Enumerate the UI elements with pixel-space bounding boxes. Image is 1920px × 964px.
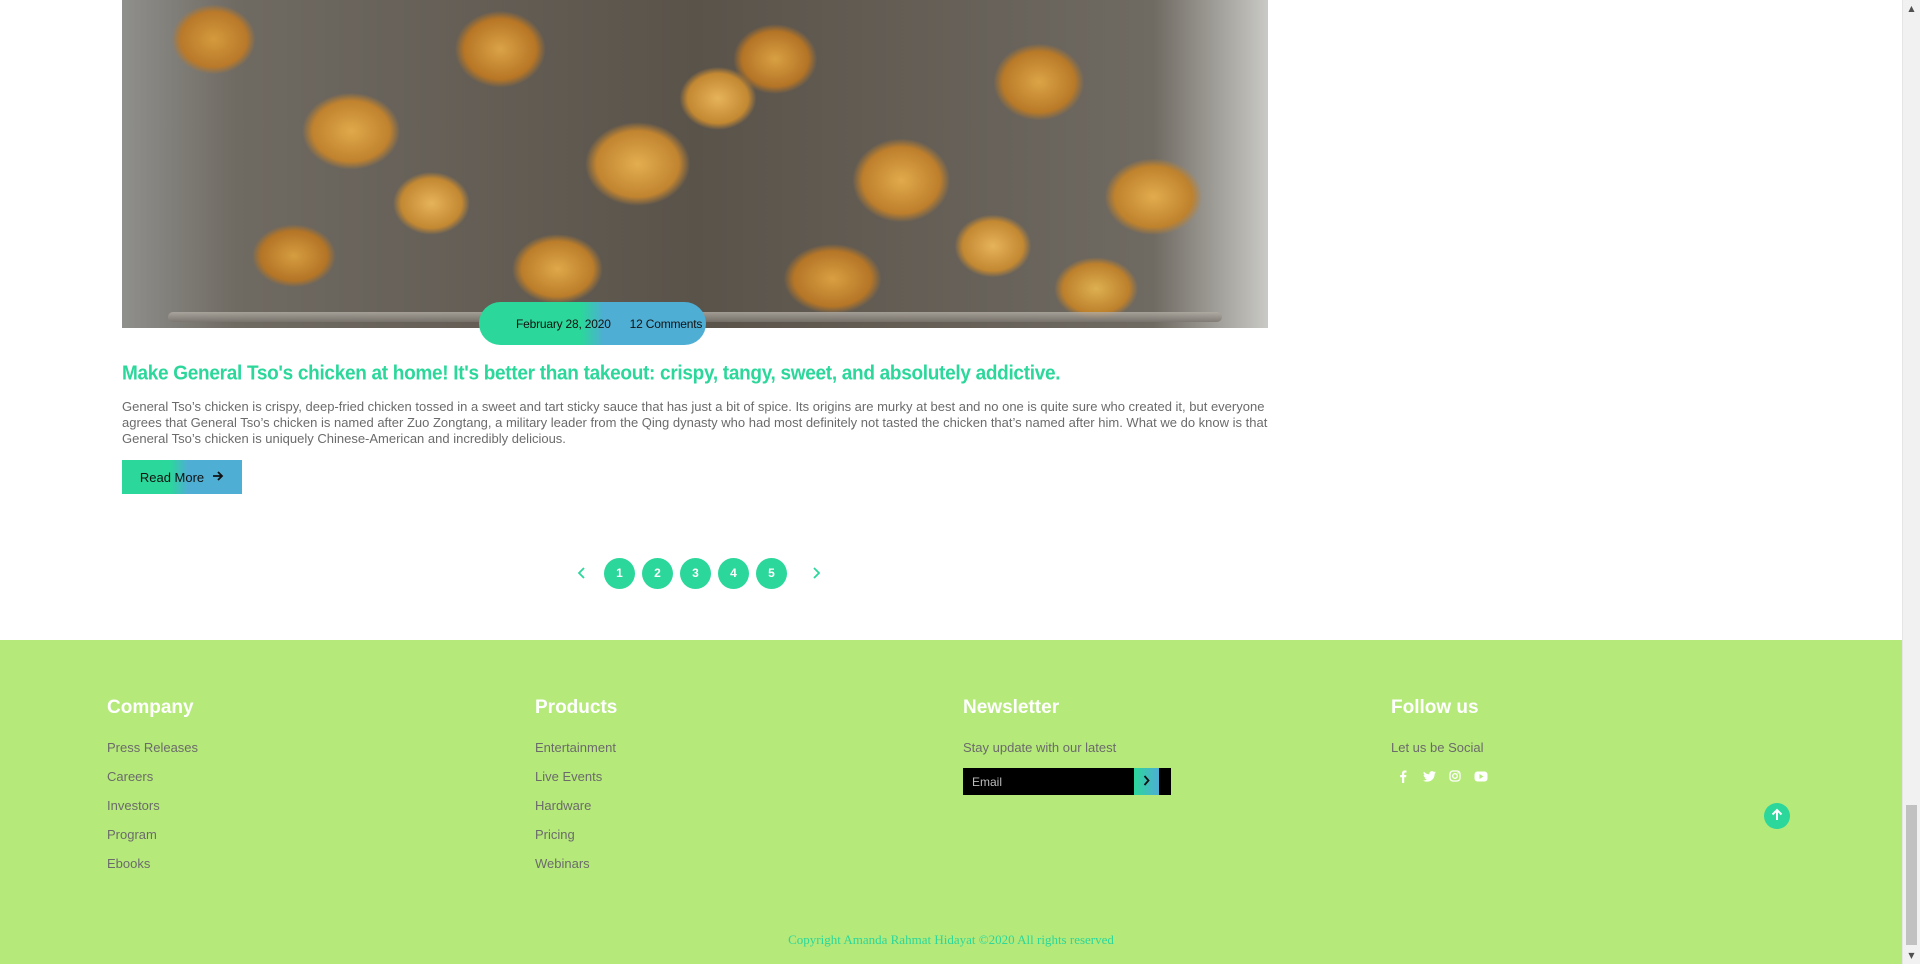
newsletter-email-input[interactable] xyxy=(963,768,1134,795)
twitter-icon[interactable] xyxy=(1421,768,1437,784)
instagram-icon[interactable] xyxy=(1447,768,1463,784)
copyright-text: Copyright Amanda Rahmat Hidayat ©2020 Al… xyxy=(788,932,1114,947)
chevron-right-icon[interactable] xyxy=(804,557,828,589)
footer-link-program[interactable]: Program xyxy=(107,827,487,843)
vertical-scrollbar[interactable]: ▲ ▼ xyxy=(1902,0,1920,964)
footer-company-column: Company Press Releases Careers Investors… xyxy=(107,696,487,885)
footer-link-careers[interactable]: Careers xyxy=(107,769,487,785)
page-3-button[interactable]: 3 xyxy=(680,557,711,589)
back-to-top-button[interactable] xyxy=(1764,803,1790,829)
footer-products-title: Products xyxy=(535,697,618,718)
post-comments-count[interactable]: 12 Comments xyxy=(630,317,703,331)
scroll-up-arrow-icon[interactable]: ▲ xyxy=(1903,0,1920,17)
page-4-button[interactable]: 4 xyxy=(718,557,749,589)
footer-link-ebooks[interactable]: Ebooks xyxy=(107,856,487,872)
post-featured-image[interactable] xyxy=(122,0,1268,328)
footer-newsletter-title: Newsletter xyxy=(963,697,1060,718)
page-5-button[interactable]: 5 xyxy=(756,557,787,589)
footer-link-investors[interactable]: Investors xyxy=(107,798,487,814)
page: February 28, 2020 12 Comments Make Gener… xyxy=(0,0,1920,964)
footer-link-webinars[interactable]: Webinars xyxy=(535,856,915,872)
chevron-left-icon[interactable] xyxy=(570,557,594,589)
arrow-right-icon xyxy=(212,470,224,484)
pagination: 1 2 3 4 5 xyxy=(570,557,828,589)
arrow-up-circle-icon xyxy=(1770,807,1784,826)
post-title[interactable]: Make General Tso's chicken at home! It's… xyxy=(122,360,1282,388)
footer-follow-title: Follow us xyxy=(1391,697,1479,718)
footer-newsletter-column: Newsletter Stay update with our latest xyxy=(963,696,1343,795)
follow-text: Let us be Social xyxy=(1391,740,1484,755)
scroll-down-arrow-icon[interactable]: ▼ xyxy=(1903,947,1920,964)
page-1-button[interactable]: 1 xyxy=(604,557,635,589)
post-meta-pill: February 28, 2020 12 Comments xyxy=(479,302,706,345)
footer-link-hardware[interactable]: Hardware xyxy=(535,798,915,814)
newsletter-text: Stay update with our latest xyxy=(963,740,1117,755)
footer-follow-column: Follow us Let us be Social xyxy=(1391,696,1771,784)
site-footer: Company Press Releases Careers Investors… xyxy=(0,640,1902,964)
facebook-icon[interactable] xyxy=(1395,768,1411,784)
newsletter-form xyxy=(963,768,1171,795)
post-date: February 28, 2020 xyxy=(516,316,611,331)
read-more-button[interactable]: Read More xyxy=(122,460,242,494)
chevron-right-icon xyxy=(1143,774,1150,789)
footer-products-column: Products Entertainment Live Events Hardw… xyxy=(535,696,915,885)
newsletter-submit-button[interactable] xyxy=(1134,768,1159,795)
scroll-thumb[interactable] xyxy=(1906,805,1917,945)
page-2-button[interactable]: 2 xyxy=(642,557,673,589)
footer-link-live-events[interactable]: Live Events xyxy=(535,769,915,785)
post-excerpt: General Tso’s chicken is crispy, deep-fr… xyxy=(122,399,1268,446)
footer-link-pricing[interactable]: Pricing xyxy=(535,827,915,843)
social-links xyxy=(1391,768,1771,784)
footer-company-title: Company xyxy=(107,697,194,718)
footer-link-entertainment[interactable]: Entertainment xyxy=(535,740,915,756)
footer-link-press-releases[interactable]: Press Releases xyxy=(107,740,487,756)
read-more-label: Read More xyxy=(139,469,205,485)
youtube-icon[interactable] xyxy=(1473,768,1489,784)
